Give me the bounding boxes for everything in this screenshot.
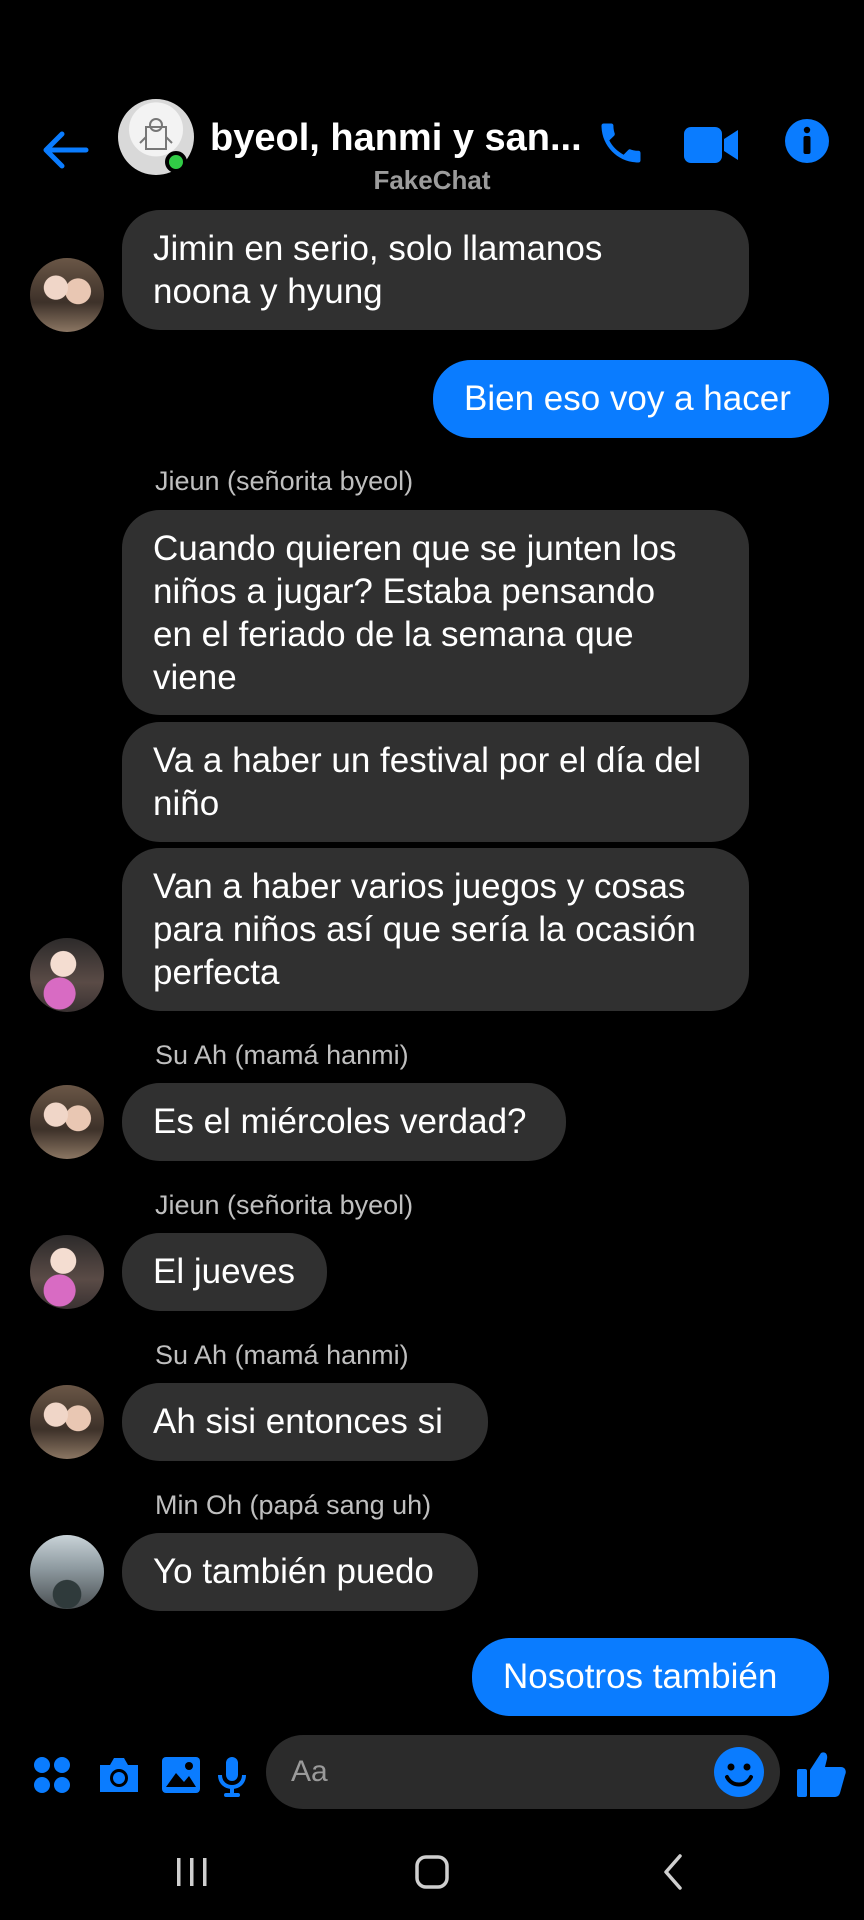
message-text: Bien eso voy a hacer [464,379,791,418]
message-bubble[interactable]: Cuando quieren que se junten los niños a… [122,510,749,715]
avatar[interactable] [30,258,104,332]
message-row: Yo también puedo [0,1533,864,1611]
sender-name: Min Oh (papá sang uh) [155,1490,432,1520]
message-text: niño [153,784,220,823]
message-bubble[interactable]: Ah sisi entonces si [122,1383,488,1461]
message-text: Es el miércoles verdad? [153,1102,527,1141]
thumbs-up-icon[interactable] [795,1749,847,1799]
avatar[interactable] [30,1535,104,1609]
message-text: perfecta [153,953,280,992]
avatar[interactable] [30,1085,104,1159]
message-bubble-outgoing[interactable]: Bien eso voy a hacer [433,360,829,438]
message-bubble[interactable]: Yo también puedo [122,1533,478,1611]
message-text: Van a haber varios juegos y cosas [153,867,686,906]
message-text: Yo también puedo [153,1552,434,1591]
camera-icon[interactable] [96,1755,142,1795]
message-text: en el feriado de la semana que [153,615,634,654]
message-bubble[interactable]: El jueves [122,1233,327,1311]
message-row: Va a haber un festival por el día del ni… [0,722,864,842]
chat-subtitle: FakeChat [373,165,491,195]
avatar[interactable] [30,938,104,1012]
back-arrow-icon[interactable] [40,130,90,170]
message-text: El jueves [153,1252,296,1291]
sender-name: Su Ah (mamá hanmi) [155,1040,409,1070]
composer-bar: Aa [0,1735,864,1825]
avatar-sketch-icon [139,118,173,150]
message-text: viene [153,658,237,697]
recent-apps-icon[interactable] [174,1852,210,1892]
message-text: Nosotros también [503,1657,778,1696]
message-bubble[interactable]: Van a haber varios juegos y cosas para n… [122,848,749,1011]
message-bubble-outgoing[interactable]: Nosotros también [472,1638,829,1716]
message-input[interactable]: Aa [266,1735,780,1809]
sender-name: Su Ah (mamá hanmi) [155,1340,409,1370]
message-row: Ah sisi entonces si [0,1383,864,1461]
input-placeholder: Aa [291,1755,328,1788]
microphone-icon[interactable] [217,1755,247,1797]
message-text: Cuando quieren que se junten los [153,529,677,568]
info-icon[interactable] [783,117,831,165]
message-bubble[interactable]: Es el miércoles verdad? [122,1083,566,1161]
apps-grid-icon[interactable] [32,1755,72,1795]
message-bubble[interactable]: Jimin en serio, solo llamanos noona y hy… [122,210,749,330]
sender-name: Jieun (señorita byeol) [155,1190,414,1220]
avatar[interactable] [30,1235,104,1309]
message-row: Jimin en serio, solo llamanos noona y hy… [0,210,864,332]
chat-title[interactable]: byeol, hanmi y san... [210,117,582,160]
message-row: Cuando quieren que se junten los niños a… [0,510,864,715]
avatar[interactable] [30,1385,104,1459]
message-row: Van a haber varios juegos y cosas para n… [0,848,864,1012]
home-icon[interactable] [414,1852,450,1892]
message-text: Va a haber un festival por el día del [153,741,702,780]
message-bubble[interactable]: Va a haber un festival por el día del ni… [122,722,749,842]
message-row: Nosotros también [0,1638,864,1716]
message-text: Ah sisi entonces si [153,1402,443,1441]
emoji-icon[interactable] [712,1745,766,1799]
message-row: El jueves [0,1233,864,1311]
back-nav-icon[interactable] [658,1852,688,1892]
phone-icon[interactable] [595,117,647,169]
message-text: noona y hyung [153,272,383,311]
system-navigation-bar [0,1830,864,1920]
message-text: Jimin en serio, solo llamanos [153,229,603,268]
sender-name: Jieun (señorita byeol) [155,466,414,496]
message-text: niños a jugar? Estaba pensando [153,572,656,611]
message-row: Es el miércoles verdad? [0,1083,864,1161]
message-text: para niños así que sería la ocasión [153,910,696,949]
gallery-icon[interactable] [160,1755,202,1795]
message-row: Bien eso voy a hacer [0,360,864,438]
video-camera-icon[interactable] [682,123,740,167]
